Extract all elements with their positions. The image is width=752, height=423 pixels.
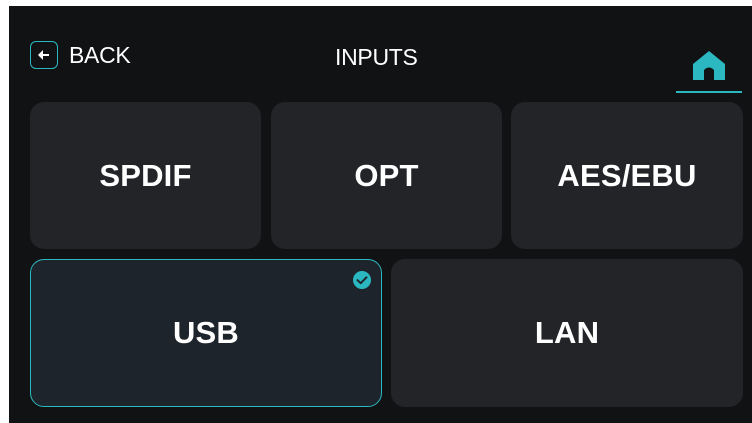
page-title: INPUTS bbox=[335, 44, 418, 70]
input-label-aes-ebu: AES/EBU bbox=[557, 157, 697, 193]
home-button[interactable] bbox=[676, 40, 742, 93]
input-label-spdif: SPDIF bbox=[99, 157, 192, 193]
inputs-screen: BACK INPUTS SPDIF OPT AES/EBU USB LAN bbox=[9, 6, 752, 423]
back-label: BACK bbox=[69, 41, 131, 68]
input-tile-lan[interactable]: LAN bbox=[391, 259, 743, 407]
arrow-left-icon bbox=[30, 41, 58, 69]
header-bar: BACK INPUTS bbox=[9, 6, 752, 101]
check-circle-icon bbox=[353, 271, 371, 289]
input-tile-spdif[interactable]: SPDIF bbox=[30, 102, 261, 249]
input-tile-usb[interactable]: USB bbox=[30, 259, 382, 407]
home-active-indicator bbox=[676, 91, 742, 93]
input-tile-opt[interactable]: OPT bbox=[271, 102, 502, 249]
back-button[interactable]: BACK bbox=[30, 41, 131, 69]
input-label-lan: LAN bbox=[534, 315, 600, 350]
input-label-usb: USB bbox=[172, 315, 240, 350]
input-label-opt: OPT bbox=[354, 157, 419, 193]
input-tile-aes-ebu[interactable]: AES/EBU bbox=[511, 102, 743, 249]
home-icon bbox=[693, 51, 725, 80]
